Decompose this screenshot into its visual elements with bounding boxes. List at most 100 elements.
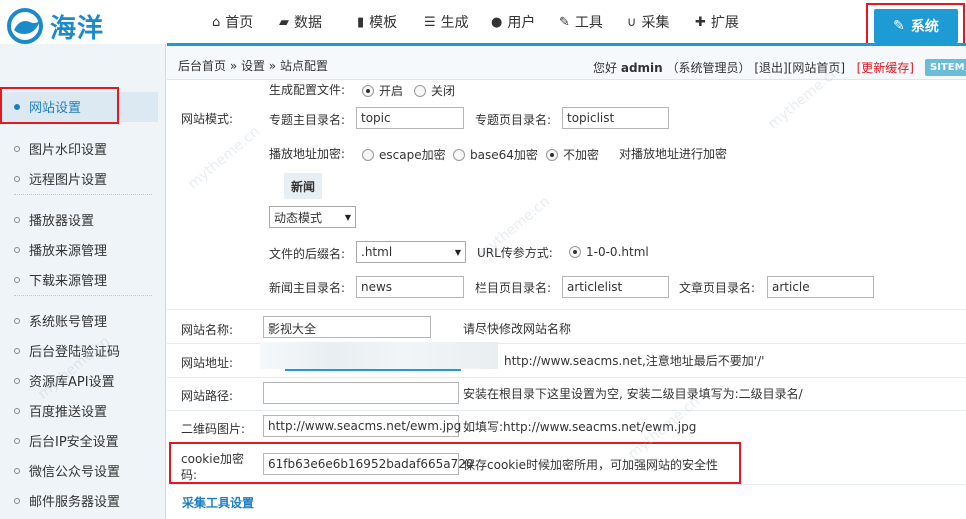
sidebar-item-9[interactable]: 百度推送设置	[14, 401, 107, 420]
nav-item-7[interactable]: ✚ 扩展	[685, 0, 753, 44]
base64-encrypt-radio[interactable]: base64加密	[453, 146, 538, 163]
main-nav: ⌂ 首页 ▰ 数据 ▮ 模板 ☰ 生成 ● 用户 ✎ 工具 ∪ 采集 ✚ 扩展	[202, 0, 753, 44]
nav-item-label: 模板	[369, 15, 398, 31]
template-icon: ▮	[357, 14, 365, 30]
refresh-cache-link[interactable]: [更新缓存]	[857, 61, 914, 75]
nav-item-6[interactable]: ∪ 采集	[617, 0, 685, 44]
bullet-icon	[14, 145, 20, 152]
topic-page-label: 专题页目录名:	[475, 113, 552, 127]
logo[interactable]: 海洋	[6, 8, 104, 44]
gen-config-label: 生成配置文件:	[269, 83, 346, 97]
row-divider	[167, 484, 966, 485]
site-path-hint: 安装在根目录下这里设置为空, 安装二级目录填写为:二级目录名/	[463, 387, 803, 401]
column-dir-input[interactable]: articlelist	[562, 276, 669, 298]
play-encrypt-label: 播放地址加密:	[269, 147, 346, 161]
book-icon: ▰	[279, 14, 289, 30]
chevron-down-icon: ▼	[454, 247, 461, 257]
sidebar-item-7[interactable]: 后台登陆验证码	[14, 341, 120, 360]
sitemap-button[interactable]: SITEM	[925, 59, 966, 76]
sidebar-item-label: 资源库API设置	[29, 375, 115, 390]
mode-select[interactable]: 动态模式 ▼	[269, 206, 356, 228]
qrcode-label: 二维码图片:	[181, 422, 246, 436]
logout-link[interactable]: [退出]	[754, 61, 787, 75]
user-info: 您好 admin （系统管理员） [退出][网站首页] [更新缓存]	[593, 59, 914, 76]
bullet-icon	[14, 347, 20, 354]
play-encrypt-hint: 对播放地址进行加密	[619, 147, 728, 161]
sidebar-item-6[interactable]: 系统账号管理	[14, 311, 107, 330]
tasks-icon: ☰	[424, 14, 436, 30]
nav-item-1[interactable]: ▰ 数据	[269, 0, 347, 44]
sidebar-item-10[interactable]: 后台IP安全设置	[14, 431, 119, 450]
article-dir-label: 文章页目录名:	[679, 281, 756, 295]
wave-logo-icon	[7, 8, 43, 44]
news-dir-input[interactable]: news	[356, 276, 464, 298]
bullet-icon	[14, 497, 20, 504]
sidebar-item-12[interactable]: 邮件服务器设置	[14, 491, 120, 510]
column-dir-label: 栏目页目录名:	[475, 281, 552, 295]
site-home-link[interactable]: [网站首页]	[788, 61, 845, 75]
site-name-label: 网站名称:	[181, 323, 234, 337]
user-role: （系统管理员）	[666, 61, 751, 75]
sidebar-item-1[interactable]: 图片水印设置	[14, 139, 107, 158]
user-icon: ●	[491, 14, 503, 30]
edit-icon: ✎	[893, 18, 905, 34]
sidebar-item-5[interactable]: 下载来源管理	[14, 270, 107, 289]
url-param-radio[interactable]: 1-0-0.html	[569, 245, 649, 259]
sidebar-divider	[14, 295, 152, 296]
highlight-box	[0, 87, 119, 124]
site-path-label: 网站路径:	[181, 389, 234, 403]
qrcode-input[interactable]: http://www.seacms.net/ewm.jpg	[263, 415, 461, 437]
qrcode-hint: 如填写:http://www.seacms.net/ewm.jpg	[463, 420, 697, 434]
nav-item-5[interactable]: ✎ 工具	[549, 0, 617, 44]
sidebar-item-label: 播放来源管理	[29, 244, 108, 259]
site-url-hint: http://www.seacms.net,注意地址最后不要加'/'	[504, 354, 765, 368]
cookie-key-input[interactable]: 61fb63e6e6b16952badaf665a720	[263, 453, 474, 475]
nav-item-0[interactable]: ⌂ 首页	[202, 0, 269, 44]
brand-name: 海洋	[50, 13, 105, 44]
escape-encrypt-radio[interactable]: escape加密	[362, 146, 446, 163]
topic-dir-input[interactable]: topic	[356, 107, 464, 129]
sidebar-item-3[interactable]: 播放器设置	[14, 210, 94, 229]
top-navbar: 海洋 ⌂ 首页 ▰ 数据 ▮ 模板 ☰ 生成 ● 用户 ✎ 工具 ∪ 采集 ✚ 扩展	[0, 0, 966, 44]
news-tab[interactable]: 新闻	[284, 173, 322, 199]
sidebar-item-2[interactable]: 远程图片设置	[14, 169, 107, 188]
suffix-select[interactable]: .html ▼	[356, 241, 466, 263]
site-url-input-redacted[interactable]	[260, 342, 498, 369]
article-dir-input[interactable]: article	[767, 276, 874, 298]
no-encrypt-radio[interactable]: 不加密	[546, 146, 599, 163]
nav-item-label: 首页	[225, 15, 254, 31]
puzzle-icon: ✚	[695, 14, 706, 30]
settings-form: 生成配置文件: 开启 关闭 网站模式: 专题主目录名: topic 专题页目录名…	[167, 80, 966, 519]
row-divider	[167, 377, 966, 378]
bullet-icon	[14, 467, 20, 474]
collect-section-title[interactable]: 采集工具设置	[182, 494, 254, 511]
nav-item-2[interactable]: ▮ 模板	[347, 0, 414, 44]
nav-item-label: 采集	[641, 15, 670, 31]
home-icon: ⌂	[212, 14, 221, 30]
nav-item-label: 用户	[507, 15, 536, 31]
topic-page-input[interactable]: topiclist	[562, 107, 669, 129]
row-divider	[167, 410, 966, 411]
cookie-label-line2: 码:	[181, 468, 198, 482]
sidebar-item-label: 图片水印设置	[29, 143, 108, 158]
sidebar-item-label: 微信公众号设置	[29, 465, 121, 480]
sidebar-item-label: 下载来源管理	[29, 274, 108, 289]
magnet-icon: ∪	[627, 14, 637, 30]
nav-item-system[interactable]: ✎ 系统	[874, 9, 958, 43]
bullet-icon	[14, 216, 20, 223]
suffix-label: 文件的后缀名:	[269, 247, 346, 261]
sidebar-item-label: 后台登陆验证码	[29, 345, 121, 360]
nav-item-4[interactable]: ● 用户	[481, 0, 549, 44]
site-name-hint: 请尽快修改网站名称	[463, 322, 572, 336]
cookie-label-line1: cookie加密	[181, 452, 244, 466]
site-path-input[interactable]	[263, 382, 459, 404]
sidebar-item-4[interactable]: 播放来源管理	[14, 240, 107, 259]
nav-item-3[interactable]: ☰ 生成	[414, 0, 481, 44]
sidebar-item-label: 邮件服务器设置	[29, 495, 121, 510]
bullet-icon	[14, 317, 20, 324]
site-name-input[interactable]: 影视大全	[263, 316, 431, 338]
sidebar-item-8[interactable]: 资源库API设置	[14, 371, 115, 390]
gen-config-off-radio[interactable]: 关闭	[414, 82, 455, 99]
sidebar-item-11[interactable]: 微信公众号设置	[14, 461, 120, 480]
gen-config-on-radio[interactable]: 开启	[362, 82, 403, 99]
